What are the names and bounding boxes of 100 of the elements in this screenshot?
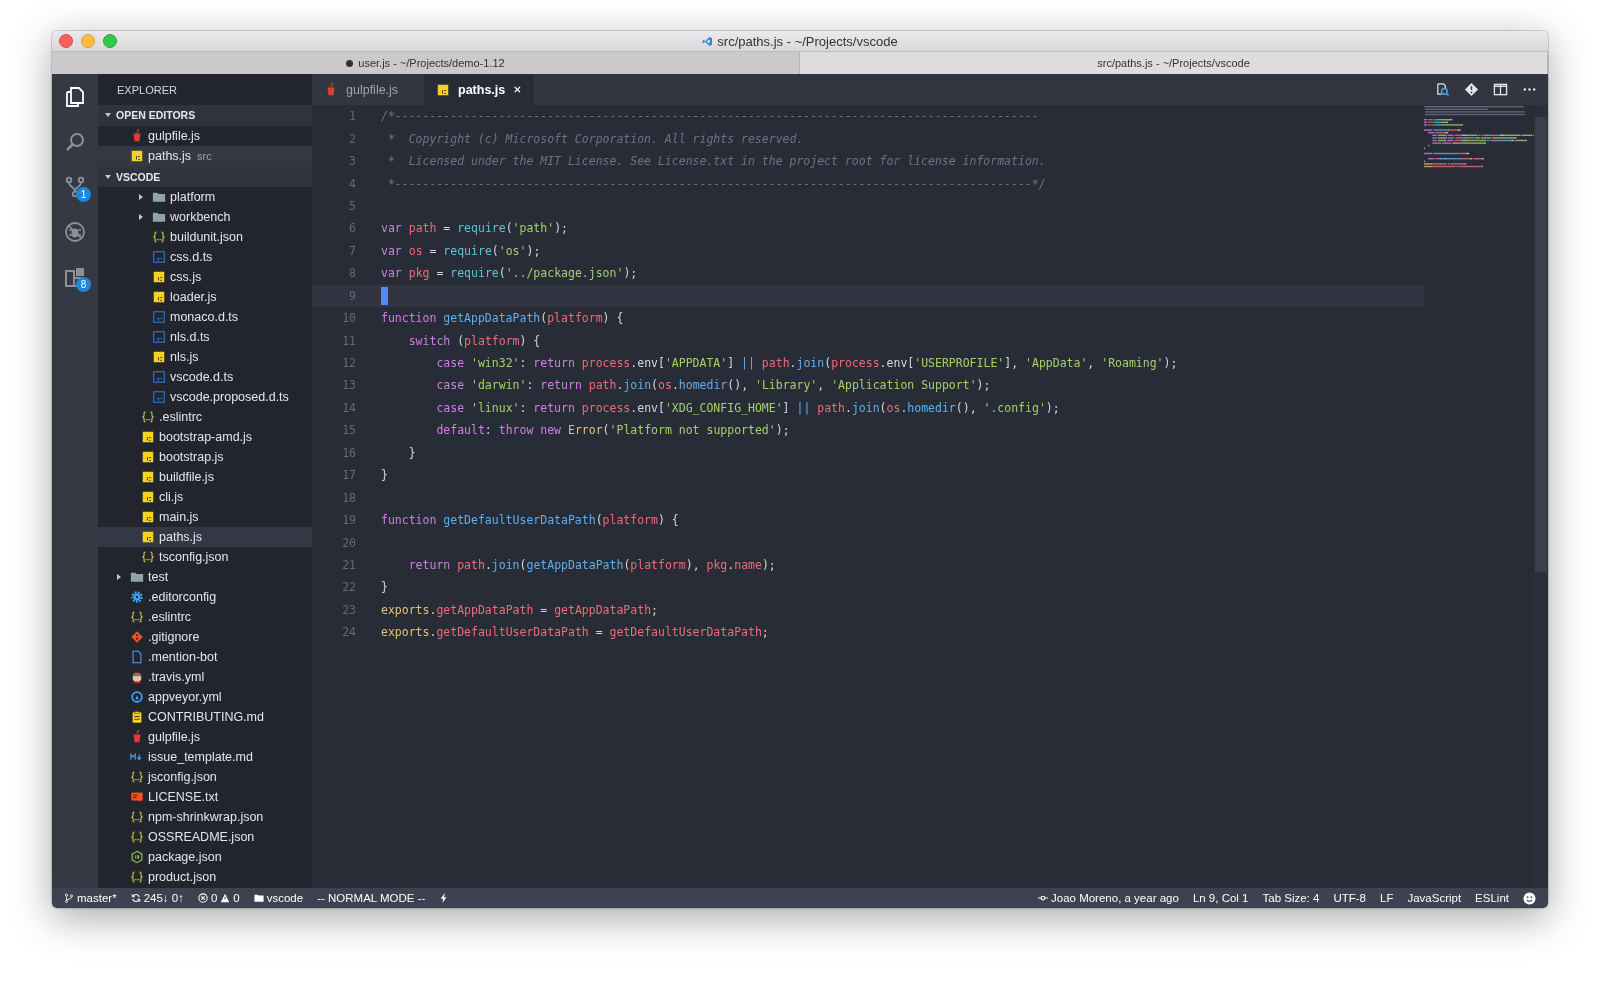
file-tree-item[interactable]: monaco.d.ts bbox=[98, 307, 312, 328]
file-tree-item[interactable]: bootstrap.js bbox=[98, 447, 312, 468]
file-tree-item[interactable]: tsconfig.json bbox=[98, 547, 312, 568]
expand-arrow-icon[interactable] bbox=[115, 573, 123, 582]
line-number: 15 bbox=[341, 423, 357, 438]
line-number: 23 bbox=[341, 602, 357, 617]
file-tree-item[interactable]: main.js bbox=[98, 507, 312, 528]
diamond-icon[interactable] bbox=[1464, 82, 1479, 97]
line-number: 16 bbox=[341, 445, 357, 460]
file-tree-item[interactable]: buildunit.json bbox=[98, 227, 312, 248]
search-file-icon[interactable] bbox=[1435, 82, 1450, 97]
line-number: 10 bbox=[341, 311, 357, 326]
file-tree-item[interactable]: platform bbox=[98, 187, 312, 208]
bug-icon[interactable] bbox=[63, 219, 87, 244]
file-tree-item[interactable]: .eslintrc bbox=[98, 607, 312, 628]
code-line: var path = require('path'); bbox=[381, 221, 568, 236]
line-number: 18 bbox=[341, 490, 357, 505]
file-tree-item[interactable]: .editorconfig bbox=[98, 587, 312, 608]
split-editor-icon[interactable] bbox=[1493, 82, 1508, 97]
status-item[interactable]: ESLint bbox=[1475, 892, 1509, 904]
file-tree-item[interactable]: buildfile.js bbox=[98, 467, 312, 488]
line-number: 6 bbox=[348, 221, 357, 236]
line-number: 24 bbox=[341, 625, 357, 640]
smiley-icon[interactable] bbox=[1523, 891, 1536, 905]
status-item[interactable]: UTF-8 bbox=[1333, 892, 1366, 904]
line-number: 3 bbox=[348, 154, 357, 169]
branch-status-item[interactable]: master* bbox=[64, 892, 117, 904]
file-tree-item[interactable]: OSSREADME.json bbox=[98, 827, 312, 848]
file-tree-item[interactable]: test bbox=[98, 567, 312, 588]
status-item[interactable]: JavaScript bbox=[1407, 892, 1462, 904]
line-number: 4 bbox=[348, 176, 357, 191]
file-tree-item[interactable]: cli.js bbox=[98, 487, 312, 508]
js-file-icon bbox=[141, 490, 155, 505]
file-tree-item[interactable]: gulpfile.js bbox=[98, 727, 312, 748]
file-tree-item[interactable]: workbench bbox=[98, 207, 312, 228]
status-item[interactable]: Ln 9, Col 1 bbox=[1192, 892, 1249, 904]
file-tree-item[interactable]: css.d.ts bbox=[98, 247, 312, 268]
file-tree-item[interactable]: npm-shrinkwrap.json bbox=[98, 807, 312, 828]
code-line: } bbox=[407, 445, 416, 460]
open-editor-item[interactable]: gulpfile.js bbox=[98, 125, 312, 147]
braces-icon bbox=[130, 610, 144, 625]
window-tab[interactable]: user.js - ~/Projects/demo-1.12 bbox=[52, 52, 800, 74]
file-tree-item[interactable]: css.js bbox=[98, 267, 312, 288]
file-tree-item[interactable]: product.json bbox=[98, 867, 312, 888]
file-tree-item[interactable]: vscode.d.ts bbox=[98, 367, 312, 388]
file-tree-item[interactable]: appveyor.yml bbox=[98, 687, 312, 708]
file-tree-item[interactable]: issue_template.md bbox=[98, 747, 312, 768]
gear-icon bbox=[130, 590, 144, 605]
code-line: function getDefaultUserDataPath(platform) { bbox=[381, 513, 679, 528]
editor-tab[interactable]: gulpfile.js bbox=[312, 74, 424, 105]
file-tree-item[interactable]: loader.js bbox=[98, 287, 312, 308]
ts-file-icon bbox=[152, 310, 166, 325]
expand-arrow-icon[interactable] bbox=[104, 172, 112, 181]
file-tree-item[interactable]: nls.js bbox=[98, 347, 312, 368]
file-tree-item[interactable]: package.json bbox=[98, 847, 312, 868]
problems-indicator[interactable]: 0 0 bbox=[197, 892, 240, 904]
code-line: case 'win32': return process.env['APPDATA'] || path.join(process.env['USERPROFILE'], 'AppData', 'Roaming'); bbox=[435, 356, 1178, 371]
file-tree-item[interactable]: .travis.yml bbox=[98, 667, 312, 688]
commit-status-item[interactable]: Joao Moreno, a year ago bbox=[1038, 892, 1179, 904]
file-tree-item[interactable]: bootstrap-amd.js bbox=[98, 427, 312, 448]
close-icon[interactable] bbox=[513, 85, 522, 94]
files-icon[interactable] bbox=[63, 84, 87, 109]
expand-arrow-icon[interactable] bbox=[137, 193, 145, 202]
sidebar-title: EXPLORER bbox=[117, 83, 177, 96]
status-item[interactable]: LF bbox=[1380, 892, 1394, 904]
open-editor-item[interactable]: paths.js src bbox=[98, 146, 312, 167]
file-tree-item[interactable]: jsconfig.json bbox=[98, 767, 312, 788]
folder-status-item[interactable]: vscode bbox=[253, 892, 304, 904]
file-tree-item[interactable]: paths.js bbox=[98, 527, 312, 548]
file-tree-item[interactable]: CONTRIBUTING.md bbox=[98, 707, 312, 728]
branch-icon bbox=[64, 893, 74, 903]
scrollbar-thumb[interactable] bbox=[1535, 117, 1547, 572]
close-window-button[interactable] bbox=[59, 34, 73, 48]
ts-file-icon bbox=[152, 390, 166, 405]
figure-icon bbox=[130, 670, 144, 685]
status-item[interactable]: Tab Size: 4 bbox=[1262, 892, 1320, 904]
file-tree-item[interactable]: .eslintrc bbox=[98, 407, 312, 428]
line-number: 7 bbox=[348, 243, 357, 258]
line-number: 9 bbox=[348, 288, 357, 303]
expand-arrow-icon[interactable] bbox=[137, 213, 145, 222]
app-logo-icon bbox=[702, 35, 714, 47]
window-tab[interactable]: src/paths.js - ~/Projects/vscode bbox=[800, 52, 1548, 74]
line-number: 1 bbox=[348, 109, 357, 124]
section-header[interactable]: VSCODE bbox=[98, 166, 312, 188]
line-number: 5 bbox=[348, 198, 357, 213]
window-title: src/paths.js - ~/Projects/vscode bbox=[717, 33, 898, 49]
file-tree-item[interactable]: nls.d.ts bbox=[98, 327, 312, 348]
editor-tab[interactable]: paths.js bbox=[424, 74, 534, 105]
file-tree-item[interactable]: .gitignore bbox=[98, 627, 312, 648]
file-tree-item[interactable]: vscode.proposed.d.ts bbox=[98, 387, 312, 408]
sync-status-item[interactable]: 245↓ 0↑ bbox=[130, 892, 184, 904]
line-number: 21 bbox=[341, 557, 357, 572]
file-tree-item[interactable]: .mention-bot bbox=[98, 647, 312, 668]
section-header[interactable]: OPEN EDITORS bbox=[98, 105, 312, 126]
braces-icon bbox=[152, 230, 166, 245]
file-tree-item[interactable]: LICENSE.txt bbox=[98, 787, 312, 808]
folder-icon bbox=[130, 570, 144, 585]
branch-icon[interactable] bbox=[63, 174, 87, 199]
hexagon-icon bbox=[130, 850, 144, 865]
status-item[interactable]: -- NORMAL MODE -- bbox=[317, 892, 426, 904]
